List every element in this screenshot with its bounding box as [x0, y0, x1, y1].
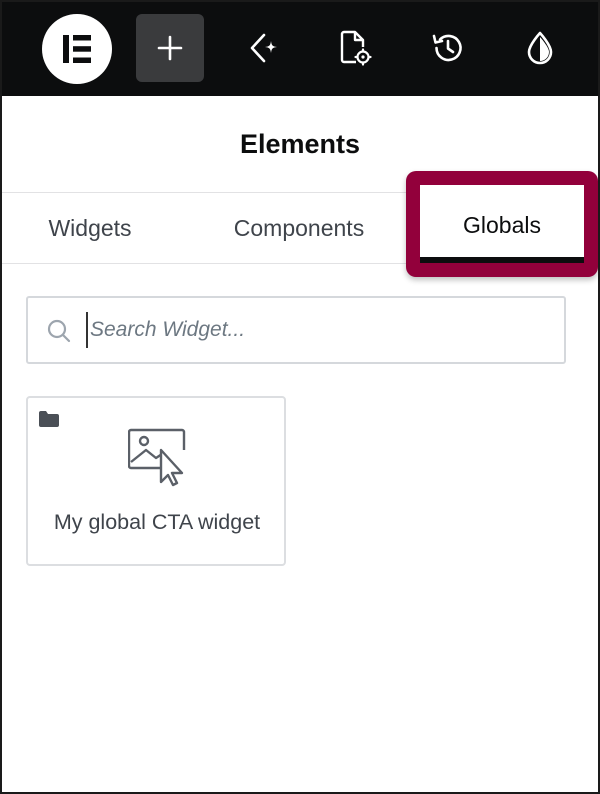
tab-globals-label: Globals [463, 211, 541, 238]
search-box [26, 296, 566, 364]
page-settings-button[interactable] [320, 14, 388, 82]
plus-icon [157, 35, 183, 61]
folder-icon [39, 411, 59, 427]
page-settings-icon [340, 30, 372, 66]
tab-bar: Widgets Components Globals [2, 171, 598, 277]
top-toolbar [2, 2, 598, 96]
elementor-logo-button[interactable] [42, 14, 112, 84]
elements-panel: Elements Widgets Components Globals My g… [0, 0, 600, 794]
search-icon [47, 319, 71, 343]
site-settings-button[interactable] [506, 14, 574, 82]
site-settings-drop-icon [527, 31, 553, 65]
tab-components[interactable]: Components [202, 193, 396, 263]
ai-button[interactable] [230, 14, 298, 82]
ai-sparkle-icon [250, 33, 277, 63]
add-element-button[interactable] [136, 14, 204, 82]
history-icon [432, 34, 462, 62]
history-button[interactable] [414, 14, 482, 82]
tab-globals[interactable]: Globals [406, 171, 598, 277]
widget-card-label: My global CTA widget [53, 510, 261, 534]
elementor-logo-icon [63, 35, 91, 63]
tab-widgets[interactable]: Widgets [2, 193, 178, 263]
active-tab-indicator [420, 257, 584, 263]
image-cursor-icon [128, 428, 186, 487]
search-input[interactable] [86, 312, 546, 348]
widget-card[interactable]: My global CTA widget [26, 396, 286, 566]
